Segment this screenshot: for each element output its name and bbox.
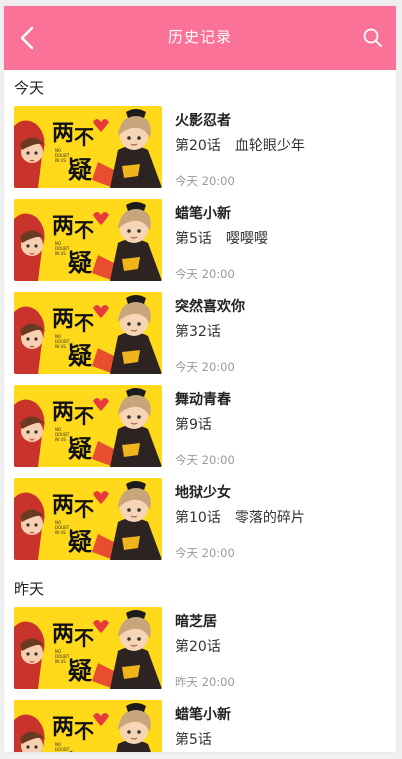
page-title: 历史记录	[167, 28, 232, 46]
svg-text:疑: 疑	[68, 434, 92, 463]
item-watch-time: 今天 20:00	[175, 360, 235, 374]
search-icon[interactable]	[362, 27, 384, 49]
item-title: 暗芝居	[175, 614, 217, 630]
item-title: 突然喜欢你	[175, 299, 245, 315]
item-watch-time: 今天 20:00	[175, 174, 235, 188]
svg-text:疑: 疑	[68, 341, 92, 370]
history-item[interactable]: 两 不 疑 NO DOUBT IN US 蜡笔小新 第5话 嘤嘤嘤 今天 20:0…	[4, 199, 396, 292]
history-item[interactable]: 两 不 疑 NO DOUBT IN US 蜡笔小新 第5话	[4, 700, 396, 752]
item-episode-line: 第5话	[175, 729, 226, 749]
item-title: 火影忍者	[175, 113, 231, 129]
cover-thumbnail[interactable]: 两 不 疑 NO DOUBT IN US	[14, 700, 162, 752]
history-item[interactable]: 两 不 疑 NO DOUBT IN US 舞动青春 第9话 今天 20:00	[4, 385, 396, 478]
item-info: 火影忍者 第20话 血轮眼少年 今天 20:00	[175, 106, 386, 188]
history-item[interactable]: 两 不 疑 NO DOUBT IN US 暗芝居 第20话 昨天 20:00	[4, 607, 396, 700]
cover-thumbnail[interactable]: 两 不 疑 NO DOUBT IN US	[14, 106, 162, 188]
item-episode-line: 第20话	[175, 636, 235, 656]
svg-text:不: 不	[74, 497, 94, 521]
svg-text:IN US: IN US	[55, 158, 66, 163]
section-date-label: 今天	[14, 79, 45, 97]
svg-text:不: 不	[74, 404, 94, 428]
cover-art: 两 不 疑 NO DOUBT IN US	[14, 199, 162, 281]
svg-text:IN US: IN US	[55, 344, 66, 349]
item-episode: 第32话	[175, 324, 221, 340]
app-frame: 历史记录 今天 两 不 疑 NO DOUBT IN US 火影忍者 第20话 血…	[4, 6, 396, 752]
svg-text:IN US: IN US	[55, 659, 66, 664]
cover-art: 两 不 疑 NO DOUBT IN US	[14, 607, 162, 689]
item-episode: 第20话	[175, 138, 221, 154]
top-bar: 历史记录	[4, 6, 396, 70]
history-list: 今天 两 不 疑 NO DOUBT IN US 火影忍者 第20话血轮眼少年	[4, 70, 396, 752]
svg-text:两: 两	[52, 492, 74, 518]
item-info: 暗芝居 第20话 昨天 20:00	[175, 607, 386, 689]
cover-thumbnail[interactable]: 两 不 疑 NO DOUBT IN US	[14, 607, 162, 689]
item-episode: 第10话	[175, 510, 221, 526]
history-section: 今天 两 不 疑 NO DOUBT IN US 火影忍者 第20话血轮眼少年	[4, 70, 396, 571]
item-episode: 第5话	[175, 732, 212, 748]
item-episode-subtitle: 零落的碎片	[234, 510, 305, 526]
cover-art: 两 不 疑 NO DOUBT IN US	[14, 106, 162, 188]
item-info: 蜡笔小新 第5话	[175, 700, 386, 752]
svg-text:两: 两	[52, 120, 74, 146]
svg-text:不: 不	[74, 626, 94, 650]
item-title: 地狱少女	[175, 485, 231, 501]
section-date-label: 昨天	[14, 580, 45, 598]
svg-text:两: 两	[52, 213, 74, 239]
item-episode: 第5话	[175, 231, 212, 247]
item-info: 蜡笔小新 第5话 嘤嘤嘤 今天 20:00	[175, 199, 386, 281]
svg-text:IN US: IN US	[55, 437, 66, 442]
cover-thumbnail[interactable]: 两 不 疑 NO DOUBT IN US	[14, 199, 162, 281]
svg-text:疑: 疑	[68, 527, 92, 556]
item-watch-time: 今天 20:00	[175, 267, 235, 281]
history-item[interactable]: 两 不 疑 NO DOUBT IN US 火影忍者 第20话 血轮眼少年 今天 2…	[4, 106, 396, 199]
item-info: 突然喜欢你 第32话 今天 20:00	[175, 292, 386, 374]
item-episode-line: 第20话 血轮眼少年	[175, 135, 305, 155]
svg-text:不: 不	[74, 311, 94, 335]
item-episode-line: 第9话	[175, 414, 226, 434]
cover-art: 两 不 疑 NO DOUBT IN US	[14, 478, 162, 560]
svg-text:两: 两	[52, 621, 74, 647]
svg-text:不: 不	[74, 719, 94, 743]
item-title: 舞动青春	[175, 392, 231, 408]
svg-text:两: 两	[52, 399, 74, 425]
cover-thumbnail[interactable]: 两 不 疑 NO DOUBT IN US	[14, 478, 162, 560]
item-episode: 第9话	[175, 417, 212, 433]
svg-text:疑: 疑	[68, 749, 92, 752]
svg-text:不: 不	[74, 125, 94, 149]
cover-art: 两 不 疑 NO DOUBT IN US	[14, 385, 162, 467]
svg-text:疑: 疑	[68, 656, 92, 685]
svg-text:IN US: IN US	[55, 530, 66, 535]
cover-art: 两 不 疑 NO DOUBT IN US	[14, 700, 162, 752]
item-episode-subtitle: 血轮眼少年	[234, 138, 305, 154]
svg-text:两: 两	[52, 714, 74, 740]
item-info: 地狱少女 第10话 零落的碎片 今天 20:00	[175, 478, 386, 560]
svg-text:IN US: IN US	[55, 251, 66, 256]
svg-text:疑: 疑	[68, 248, 92, 277]
item-watch-time: 今天 20:00	[175, 453, 235, 467]
cover-thumbnail[interactable]: 两 不 疑 NO DOUBT IN US	[14, 292, 162, 374]
item-watch-time: 昨天 20:00	[175, 675, 235, 689]
svg-text:不: 不	[74, 218, 94, 242]
item-title: 蜡笔小新	[175, 206, 231, 222]
cover-art: 两 不 疑 NO DOUBT IN US	[14, 292, 162, 374]
history-item[interactable]: 两 不 疑 NO DOUBT IN US 地狱少女 第10话 零落的碎片 今天 2…	[4, 478, 396, 571]
svg-text:疑: 疑	[68, 155, 92, 184]
item-episode: 第20话	[175, 639, 221, 655]
item-episode-line: 第5话 嘤嘤嘤	[175, 228, 268, 248]
item-title: 蜡笔小新	[175, 707, 231, 723]
item-episode-subtitle: 嘤嘤嘤	[225, 231, 268, 247]
item-watch-time: 今天 20:00	[175, 546, 235, 560]
item-episode-line: 第32话	[175, 321, 235, 341]
svg-text:两: 两	[52, 306, 74, 332]
history-item[interactable]: 两 不 疑 NO DOUBT IN US 突然喜欢你 第32话 今天 20:00	[4, 292, 396, 385]
history-section: 昨天 两 不 疑 NO DOUBT IN US 暗芝居 第20话 昨天 20:0…	[4, 571, 396, 752]
item-info: 舞动青春 第9话 今天 20:00	[175, 385, 386, 467]
cover-thumbnail[interactable]: 两 不 疑 NO DOUBT IN US	[14, 385, 162, 467]
item-episode-line: 第10话 零落的碎片	[175, 507, 305, 527]
